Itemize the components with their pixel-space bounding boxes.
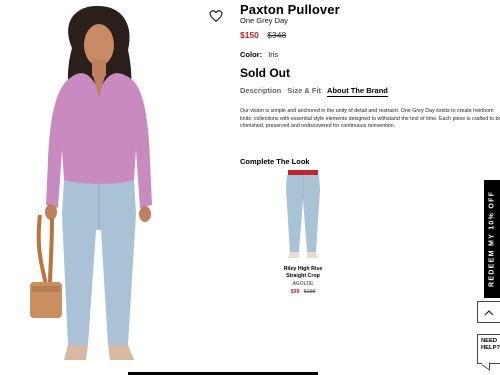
product-image bbox=[0, 0, 228, 375]
look-item-sale-price: $98 bbox=[290, 289, 300, 296]
look-item-prices: $98 $198 bbox=[274, 289, 332, 295]
scroll-top-button[interactable] bbox=[477, 301, 500, 323]
complete-look-heading: Complete The Look bbox=[240, 157, 310, 166]
complete-look-item[interactable]: Riley High Rise Straight Crop AGOLDE $98… bbox=[274, 170, 332, 295]
redeem-discount-label: REDEEM MY 10% OFF bbox=[488, 190, 496, 288]
jeans-product-image[interactable] bbox=[274, 170, 332, 262]
look-item-brand: AGOLDE bbox=[292, 281, 314, 288]
wishlist-button[interactable] bbox=[209, 9, 225, 25]
chevron-up-icon bbox=[484, 309, 494, 315]
heart-outline-icon bbox=[209, 10, 223, 23]
product-title: Paxton Pullover bbox=[240, 2, 340, 17]
about-brand-text: Our vision is simple and anchored in the… bbox=[240, 108, 500, 130]
look-item-name[interactable]: Riley High Rise Straight Crop bbox=[274, 266, 332, 280]
sale-price: $150 bbox=[240, 30, 259, 40]
product-brand[interactable]: One Grey Day bbox=[240, 16, 288, 25]
look-item-original-price: $198 bbox=[303, 289, 316, 296]
tab-size-fit[interactable]: Size & Fit bbox=[287, 86, 321, 97]
color-value: Iris bbox=[268, 50, 279, 59]
tab-description[interactable]: Description bbox=[240, 86, 281, 97]
info-tabs: Description Size & Fit About The Brand bbox=[240, 86, 388, 97]
color-row: Color: Iris bbox=[240, 50, 278, 59]
color-label: Color: bbox=[240, 50, 263, 59]
jeans-illustration bbox=[286, 170, 320, 258]
original-price: $348 bbox=[267, 30, 287, 40]
need-help-button[interactable]: NEED HELP? bbox=[477, 334, 500, 364]
price-block: $150 $348 bbox=[240, 30, 286, 40]
model-illustration bbox=[30, 5, 152, 360]
sold-out-status: Sold Out bbox=[240, 66, 290, 80]
tab-about-brand[interactable]: About The Brand bbox=[327, 86, 388, 97]
redeem-discount-tab[interactable]: REDEEM MY 10% OFF bbox=[484, 180, 500, 298]
